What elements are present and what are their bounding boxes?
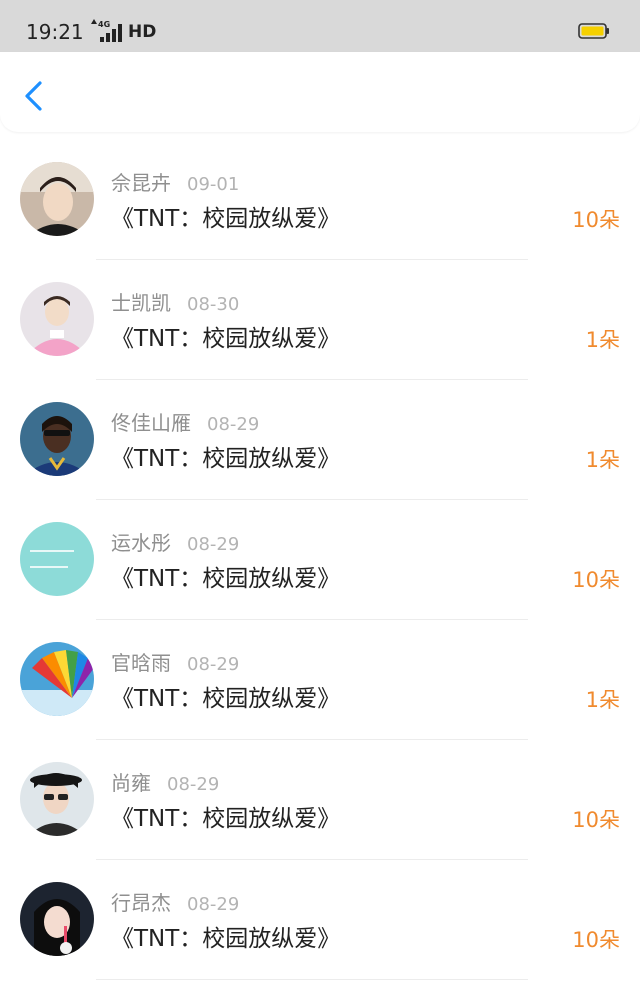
avatar[interactable]: [20, 402, 94, 476]
chevron-left-icon: [25, 81, 42, 111]
list-item[interactable]: 尚雍 08-29 《TNT：校园放纵爱》 10朵: [0, 740, 640, 860]
sender-name: 佟佳山雁 08-29: [111, 411, 260, 435]
list-item[interactable]: 运水彤 08-29 《TNT：校园放纵爱》 10朵: [0, 500, 640, 620]
avatar[interactable]: [20, 762, 94, 836]
avatar[interactable]: [20, 882, 94, 956]
gift-date: 08-29: [207, 414, 260, 435]
list-item[interactable]: 官晗雨 08-29 《TNT：校园放纵爱》 1朵: [0, 620, 640, 740]
gift-amount: 10朵: [572, 568, 620, 592]
book-title: 《TNT：校园放纵爱》: [111, 686, 341, 712]
divider: [96, 979, 528, 980]
status-bar: 19:21 4G HD: [0, 0, 640, 52]
book-title: 《TNT：校园放纵爱》: [111, 926, 341, 952]
avatar[interactable]: [20, 282, 94, 356]
avatar[interactable]: [20, 642, 94, 716]
gift-date: 08-29: [187, 534, 240, 555]
book-title: 《TNT：校园放纵爱》: [111, 806, 341, 832]
battery-icon: [578, 23, 609, 39]
avatar[interactable]: [20, 162, 94, 236]
gift-amount: 1朵: [585, 448, 620, 472]
list-item[interactable]: 士凯凯 08-30 《TNT：校园放纵爱》 1朵: [0, 260, 640, 380]
sender-name: 行昂杰 08-29: [111, 891, 240, 915]
gift-amount: 1朵: [585, 688, 620, 712]
signal-icon: 4G: [91, 19, 122, 42]
sender-name: 运水彤 08-29: [111, 531, 240, 555]
list-item[interactable]: 行昂杰 08-29 《TNT：校园放纵爱》 10朵: [0, 860, 640, 980]
book-title: 《TNT：校园放纵爱》: [111, 326, 341, 352]
gift-date: 08-29: [167, 774, 220, 795]
hd-label: HD: [128, 22, 157, 42]
network-type-label: 4G: [98, 20, 110, 29]
gift-date: 09-01: [187, 174, 240, 195]
book-title: 《TNT：校园放纵爱》: [111, 206, 341, 232]
gift-amount: 10朵: [572, 208, 620, 232]
sender-name: 佘昆卉 09-01: [111, 171, 240, 195]
nav-bar: [0, 52, 640, 132]
avatar[interactable]: [20, 522, 94, 596]
list-item[interactable]: 佟佳山雁 08-29 《TNT：校园放纵爱》 1朵: [0, 380, 640, 500]
status-time: 19:21: [26, 20, 84, 44]
gift-date: 08-30: [187, 294, 240, 315]
sender-name: 士凯凯 08-30: [111, 291, 240, 315]
gift-amount: 10朵: [572, 808, 620, 832]
list-item[interactable]: 佘昆卉 09-01 《TNT：校园放纵爱》 10朵: [0, 140, 640, 260]
back-button[interactable]: [18, 74, 52, 118]
book-title: 《TNT：校园放纵爱》: [111, 446, 341, 472]
sender-name: 官晗雨 08-29: [111, 651, 240, 675]
sender-name: 尚雍 08-29: [111, 771, 220, 795]
gift-amount: 10朵: [572, 928, 620, 952]
gift-date: 08-29: [187, 894, 240, 915]
gift-date: 08-29: [187, 654, 240, 675]
gift-amount: 1朵: [585, 328, 620, 352]
book-title: 《TNT：校园放纵爱》: [111, 566, 341, 592]
